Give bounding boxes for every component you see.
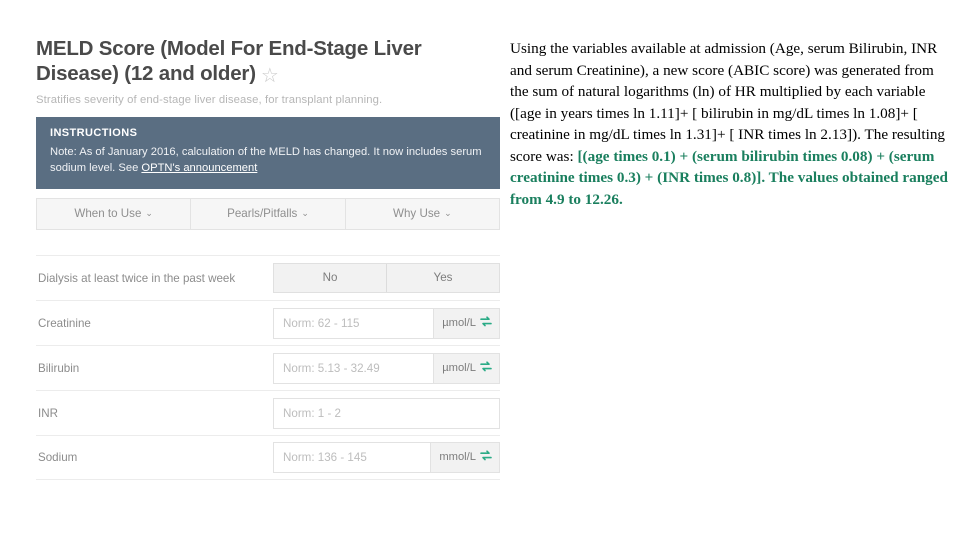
info-tab-row: When to Use ⌄ Pearls/Pitfalls ⌄ Why Use ⌄ (36, 198, 500, 230)
creatinine-input[interactable]: Norm: 62 - 115 (273, 307, 435, 339)
inr-input-group: Norm: 1 - 2 (273, 397, 500, 429)
instructions-body-text: Note: As of January 2016, calculation of… (50, 146, 482, 174)
sodium-input-group: Norm: 136 - 145 mmol/L (273, 442, 500, 473)
sodium-unit-label: mmol/L (439, 451, 476, 463)
sodium-input[interactable]: Norm: 136 - 145 (273, 442, 432, 473)
swap-arrows-icon (480, 310, 492, 339)
tab-pearls-pitfalls[interactable]: Pearls/Pitfalls ⌄ (191, 199, 346, 229)
calculator-subtitle: Stratifies severity of end-stage liver d… (36, 94, 383, 106)
form-label-dialysis: Dialysis at least twice in the past week (38, 271, 236, 285)
creatinine-unit-label: µmol/L (442, 316, 476, 329)
form-row-sodium: Sodium Norm: 136 - 145 mmol/L (36, 435, 500, 480)
tab-why-use-label: Why Use (393, 207, 441, 220)
form-row-dialysis: Dialysis at least twice in the past week… (36, 255, 500, 300)
swap-arrows-icon (480, 355, 492, 384)
tab-when-to-use-label: When to Use (74, 207, 142, 220)
form-control-bilirubin: Norm: 5.13 - 32.49 µmol/L (273, 352, 500, 384)
instructions-panel: INSTRUCTIONS Note: As of January 2016, c… (36, 117, 500, 189)
meld-calculator-card: MELD Score (Model For End-Stage Liver Di… (36, 36, 500, 480)
optn-announcement-link[interactable]: OPTN's announcement (141, 162, 257, 174)
tab-pearls-pitfalls-label: Pearls/Pitfalls (227, 207, 298, 220)
chevron-down-icon: ⌄ (301, 208, 309, 218)
form-row-inr: INR Norm: 1 - 2 (36, 390, 500, 435)
form-label-creatinine: Creatinine (38, 316, 91, 330)
chevron-down-icon: ⌄ (444, 208, 452, 218)
instructions-heading: INSTRUCTIONS (50, 127, 138, 139)
form-label-sodium: Sodium (38, 451, 78, 464)
creatinine-input-group: Norm: 62 - 115 µmol/L (273, 307, 500, 339)
swap-arrows-icon (480, 444, 492, 473)
dialysis-option-yes[interactable]: Yes (387, 264, 499, 292)
annotation-plain-text: Using the variables available at admissi… (510, 40, 946, 165)
bilirubin-input[interactable]: Norm: 5.13 - 32.49 (273, 352, 435, 384)
chevron-down-icon: ⌄ (145, 208, 153, 218)
tab-when-to-use[interactable]: When to Use ⌄ (37, 199, 192, 229)
annotation-paragraph: Using the variables available at admissi… (510, 38, 950, 210)
form-label-bilirubin: Bilirubin (38, 361, 80, 375)
calculator-form: Dialysis at least twice in the past week… (36, 255, 500, 480)
tab-why-use[interactable]: Why Use ⌄ (346, 199, 499, 229)
page-title-text: MELD Score (Model For End-Stage Liver Di… (36, 37, 422, 85)
bilirubin-unit-toggle[interactable]: µmol/L (434, 352, 500, 384)
page-title: MELD Score (Model For End-Stage Liver Di… (36, 36, 500, 86)
sodium-unit-toggle[interactable]: mmol/L (431, 442, 500, 473)
form-control-sodium: Norm: 136 - 145 mmol/L (273, 442, 500, 473)
form-control-dialysis: No Yes (273, 263, 500, 293)
instructions-body: Note: As of January 2016, calculation of… (50, 144, 486, 176)
form-control-creatinine: Norm: 62 - 115 µmol/L (273, 307, 500, 339)
bilirubin-input-group: Norm: 5.13 - 32.49 µmol/L (273, 352, 500, 384)
creatinine-unit-toggle[interactable]: µmol/L (434, 307, 500, 339)
form-control-inr: Norm: 1 - 2 (273, 397, 500, 429)
dialysis-segmented-control: No Yes (273, 263, 500, 293)
bilirubin-unit-label: µmol/L (442, 361, 476, 374)
star-outline-icon[interactable]: ☆ (261, 66, 279, 86)
form-label-inr: INR (38, 406, 58, 420)
inr-input[interactable]: Norm: 1 - 2 (273, 397, 500, 429)
form-row-creatinine: Creatinine Norm: 62 - 115 µmol/L (36, 300, 500, 345)
form-row-bilirubin: Bilirubin Norm: 5.13 - 32.49 µmol/L (36, 345, 500, 390)
dialysis-option-no[interactable]: No (274, 264, 387, 292)
